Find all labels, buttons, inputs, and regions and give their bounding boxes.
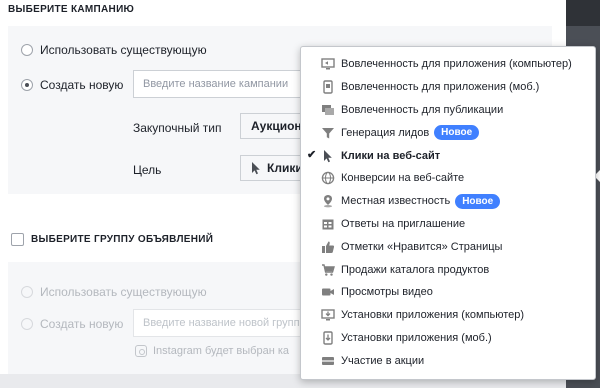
objective-menu-item[interactable]: Генерация лидов Новое xyxy=(301,121,595,144)
strip-top xyxy=(566,0,600,26)
objective-menu-item[interactable]: Отметки «Нравится» Страницы xyxy=(301,235,595,258)
objective-menu-item[interactable]: Конверсии на веб-сайте xyxy=(301,167,595,190)
objective-menu-item-label: Местная известность xyxy=(341,195,451,208)
objective-select[interactable]: Клики xyxy=(240,155,308,181)
objective-menu-item[interactable]: Вовлеченность для приложения (компьютер) xyxy=(301,53,595,76)
desktop-app-icon xyxy=(321,57,335,71)
objective-menu-item-label: Конверсии на веб-сайте xyxy=(341,172,465,185)
objective-menu-item[interactable]: ✔ Клики на веб-сайт xyxy=(301,144,595,167)
objective-menu-item[interactable]: Местная известность Новое xyxy=(301,190,595,213)
objective-menu-item-label: Клики на веб-сайт xyxy=(341,149,441,162)
instagram-note: Instagram будет выбран ка xyxy=(153,345,290,357)
cursor-icon xyxy=(251,161,261,178)
objective-menu-item-label: Вовлеченность для публикации xyxy=(341,103,504,116)
new-badge: Новое xyxy=(434,125,480,141)
objective-menu-item[interactable]: Ответы на приглашение xyxy=(301,213,595,236)
objective-menu-item[interactable]: Вовлеченность для публикации xyxy=(301,99,595,122)
objective-menu-item-label: Установки приложения (компьютер) xyxy=(341,309,525,322)
cart-icon xyxy=(321,263,335,277)
buying-type-select[interactable]: Аукцион xyxy=(240,113,308,139)
objective-menu-item[interactable]: Участие в акции xyxy=(301,349,595,372)
objective-menu-list: Вовлеченность для приложения (компьютер)… xyxy=(301,53,595,372)
adset-name-input[interactable]: Введите название новой групп xyxy=(133,309,308,337)
event-icon xyxy=(321,217,335,231)
objective-menu-item-label: Вовлеченность для приложения (моб.) xyxy=(341,81,540,94)
objective-dropdown-menu: Вовлеченность для приложения (компьютер)… xyxy=(300,46,596,380)
mobile-install-icon xyxy=(321,331,335,345)
objective-menu-item-label: Генерация лидов xyxy=(341,126,430,139)
adset-section-title: ВЫБЕРИТЕ ГРУППУ ОБЪЯВЛЕНИЙ xyxy=(31,234,214,245)
objective-menu-item[interactable]: Вовлеченность для приложения (моб.) xyxy=(301,76,595,99)
thumbs-up-icon xyxy=(321,240,335,254)
objective-menu-item[interactable]: Продажи каталога продуктов xyxy=(301,258,595,281)
objective-menu-item-label: Вовлеченность для приложения (компьютер) xyxy=(341,58,572,71)
objective-menu-item-label: Продажи каталога продуктов xyxy=(341,263,490,276)
create-new-adset-radio[interactable] xyxy=(21,318,33,330)
create-new-adset-label: Создать новую xyxy=(40,317,124,331)
objective-menu-item[interactable]: Установки приложения (компьютер) xyxy=(301,304,595,327)
use-existing-campaign-radio[interactable] xyxy=(21,44,33,56)
instagram-icon xyxy=(135,345,147,357)
cursor-icon xyxy=(321,149,335,163)
new-badge: Новое xyxy=(455,193,501,209)
adset-checkbox[interactable] xyxy=(11,233,24,246)
objective-menu-item-label: Установки приложения (моб.) xyxy=(341,331,492,344)
objective-menu-item-label: Отметки «Нравится» Страницы xyxy=(341,240,503,253)
offer-icon xyxy=(321,354,335,368)
globe-icon xyxy=(321,171,335,185)
objective-menu-item[interactable]: Установки приложения (моб.) xyxy=(301,327,595,350)
create-new-campaign-label: Создать новую xyxy=(40,78,124,92)
campaign-section-title: ВЫБЕРИТЕ КАМПАНИЮ xyxy=(8,4,135,15)
objective-menu-item[interactable]: Просмотры видео xyxy=(301,281,595,304)
create-new-campaign-radio[interactable] xyxy=(21,79,33,91)
video-camera-icon xyxy=(321,285,335,299)
objective-menu-item-label: Просмотры видео xyxy=(341,286,433,299)
funnel-icon xyxy=(321,126,335,140)
objective-menu-item-label: Ответы на приглашение xyxy=(341,217,466,230)
use-existing-adset-radio[interactable] xyxy=(21,286,33,298)
objective-value: Клики xyxy=(267,161,303,175)
post-engagement-icon xyxy=(321,103,335,117)
use-existing-campaign-label: Использовать существующую xyxy=(40,43,207,57)
map-pin-icon xyxy=(321,194,335,208)
mobile-app-icon xyxy=(321,80,335,94)
buying-type-label: Закупочный тип xyxy=(133,121,222,135)
use-existing-adset-label: Использовать существующую xyxy=(40,285,207,299)
campaign-name-input[interactable]: Введите название кампании xyxy=(133,70,308,98)
check-icon: ✔ xyxy=(307,149,317,162)
objective-label: Цель xyxy=(133,163,162,177)
desktop-install-icon xyxy=(321,308,335,322)
objective-menu-item-label: Участие в акции xyxy=(341,354,425,367)
